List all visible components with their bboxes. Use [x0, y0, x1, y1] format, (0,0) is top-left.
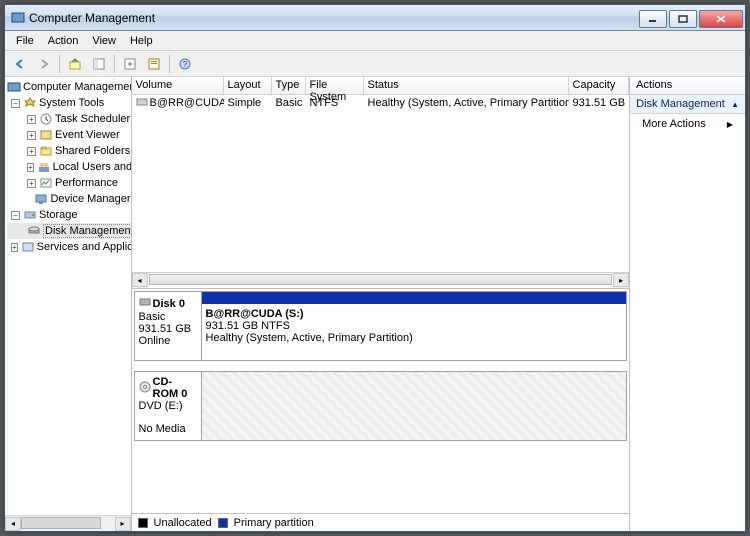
volume-icon	[136, 96, 148, 111]
col-status[interactable]: Status	[364, 77, 569, 94]
tree-root[interactable]: Computer Management (Local)	[7, 79, 131, 95]
disk-graphic-view: Disk 0 Basic 931.51 GB Online B@RR@CUDA …	[132, 289, 630, 513]
tree-performance[interactable]: +Performance	[7, 175, 131, 191]
back-button[interactable]	[9, 53, 31, 75]
cdrom-0-info: CD-ROM 0 DVD (E:) No Media	[135, 372, 202, 440]
tree-shared-folders[interactable]: +Shared Folders	[7, 143, 131, 159]
col-filesystem[interactable]: File System	[306, 77, 364, 94]
collapse-icon: ▲	[731, 100, 739, 109]
col-layout[interactable]: Layout	[224, 77, 272, 94]
actions-header: Actions	[630, 77, 745, 95]
forward-button[interactable]	[33, 53, 55, 75]
show-hide-button[interactable]	[88, 53, 110, 75]
col-type[interactable]: Type	[272, 77, 306, 94]
tree-scrollbar[interactable]: ◂▸	[5, 515, 131, 531]
titlebar[interactable]: Computer Management	[5, 5, 745, 31]
maximize-button[interactable]	[669, 10, 697, 28]
actions-section-disk-management[interactable]: Disk Management ▲	[630, 95, 745, 114]
partition-bar	[202, 292, 627, 304]
volume-header: Volume Layout Type File System Status Ca…	[132, 77, 630, 95]
legend-primary-swatch	[218, 518, 228, 528]
minimize-button[interactable]	[639, 10, 667, 28]
volume-list: Volume Layout Type File System Status Ca…	[132, 77, 630, 289]
cdrom-icon	[139, 381, 151, 396]
tree-local-users[interactable]: +Local Users and Groups	[7, 159, 131, 175]
menu-help[interactable]: Help	[123, 33, 160, 49]
legend: Unallocated Primary partition	[132, 513, 630, 531]
tree-device-manager[interactable]: Device Manager	[7, 191, 131, 207]
disk-0-info: Disk 0 Basic 931.51 GB Online	[135, 292, 202, 360]
help-button[interactable]: ?	[174, 53, 196, 75]
tree-disk-management[interactable]: Disk Management	[7, 223, 131, 239]
actions-pane: Actions Disk Management ▲ More Actions ▶	[630, 77, 745, 531]
col-volume[interactable]: Volume	[132, 77, 224, 94]
disk-0-box[interactable]: Disk 0 Basic 931.51 GB Online B@RR@CUDA …	[134, 291, 628, 361]
tree-task-scheduler[interactable]: +Task Scheduler	[7, 111, 131, 127]
menu-action[interactable]: Action	[41, 33, 86, 49]
no-media-area	[202, 372, 627, 440]
window-title: Computer Management	[29, 11, 155, 25]
properties-button[interactable]	[143, 53, 165, 75]
cdrom-0-box[interactable]: CD-ROM 0 DVD (E:) No Media	[134, 371, 628, 441]
more-arrow-icon: ▶	[727, 120, 733, 129]
volume-scrollbar[interactable]: ◂▸	[132, 272, 630, 288]
tree-pane: Computer Management (Local) −System Tool…	[5, 77, 132, 531]
app-icon	[11, 11, 25, 25]
tree-event-viewer[interactable]: +Event Viewer	[7, 127, 131, 143]
col-capacity[interactable]: Capacity	[569, 77, 630, 94]
toolbar: ?	[5, 51, 745, 77]
volume-row[interactable]: B@RR@CUDA (S:) Simple Basic NTFS Healthy…	[132, 95, 630, 111]
actions-more-actions[interactable]: More Actions ▶	[630, 114, 745, 134]
tree-services-applications[interactable]: +Services and Applications	[7, 239, 131, 255]
disk-icon	[139, 296, 151, 311]
tree-storage[interactable]: −Storage	[7, 207, 131, 223]
computer-management-window: Computer Management File Action View Hel…	[4, 4, 746, 532]
refresh-button[interactable]	[119, 53, 141, 75]
up-button[interactable]	[64, 53, 86, 75]
menubar: File Action View Help	[5, 31, 745, 51]
partition-body[interactable]: B@RR@CUDA (S:) 931.51 GB NTFS Healthy (S…	[202, 304, 627, 360]
menu-file[interactable]: File	[9, 33, 41, 49]
legend-unallocated-swatch	[138, 518, 148, 528]
svg-text:?: ?	[183, 60, 188, 69]
tree-system-tools[interactable]: −System Tools	[7, 95, 131, 111]
content-pane: Volume Layout Type File System Status Ca…	[132, 77, 631, 531]
menu-view[interactable]: View	[85, 33, 123, 49]
close-button[interactable]	[699, 10, 743, 28]
